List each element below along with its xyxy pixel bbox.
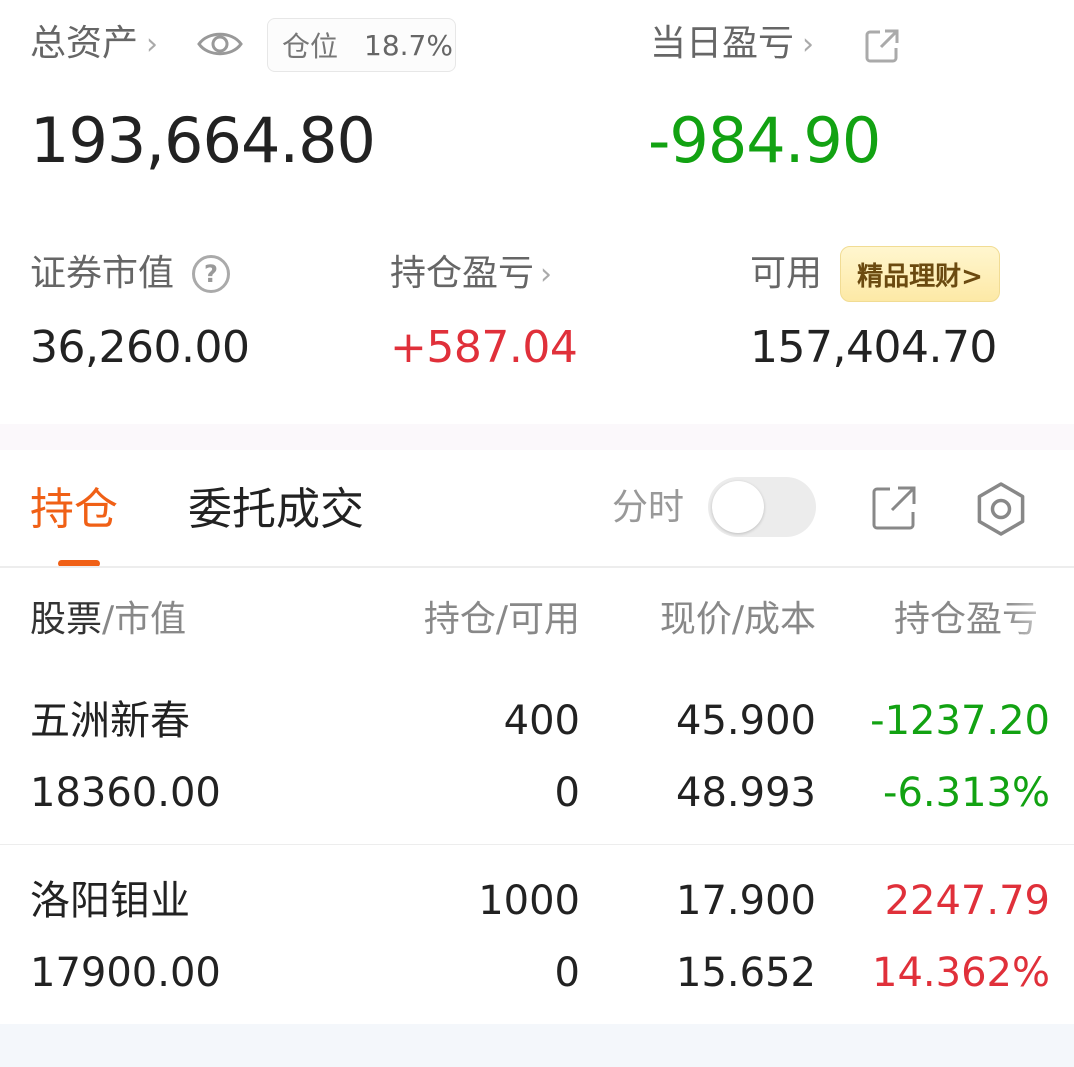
toggle-knob — [712, 481, 764, 533]
share-icon[interactable] — [864, 28, 900, 64]
holding-qty: 1000 — [478, 878, 580, 924]
header-fade — [1004, 590, 1074, 650]
available-value: 157,404.70 — [750, 322, 997, 373]
portfolio-screen: 总资产 › 仓位 18.7% 193,664.80 当日盈亏 › -984.90… — [0, 0, 1074, 1067]
bottom-band — [0, 1024, 1074, 1067]
available-label: 可用 — [750, 253, 823, 294]
market-value-label: 证券市值 — [30, 253, 175, 294]
stock-market-value: 18360.00 — [30, 770, 221, 816]
table-row[interactable]: 五洲新春 18360.00 400 0 45.900 48.993 -1237.… — [0, 668, 1074, 844]
holding-pl-pct: -6.313% — [883, 770, 1050, 816]
market-value-header: 证券市值 ? — [30, 252, 231, 296]
holding-pl-value: +587.04 — [390, 322, 578, 373]
section-separator — [0, 424, 1074, 450]
chevron-right-icon: › — [540, 256, 553, 292]
divider — [0, 566, 1074, 568]
stock-name: 洛阳钼业 — [30, 878, 190, 924]
current-price: 17.900 — [676, 878, 816, 924]
stock-market-value: 17900.00 — [30, 950, 221, 996]
tab-holdings[interactable]: 持仓 — [30, 482, 118, 538]
export-icon[interactable] — [870, 484, 918, 532]
total-assets-label: 总资产 — [30, 23, 139, 64]
available-qty: 0 — [554, 770, 580, 816]
help-icon[interactable]: ? — [192, 255, 231, 293]
available-qty: 0 — [554, 950, 580, 996]
timeshare-label: 分时 — [612, 487, 685, 528]
total-assets-header[interactable]: 总资产 › — [30, 22, 158, 66]
header-price: 现价/成本 — [659, 599, 816, 640]
header-market-value: /市值 — [102, 599, 187, 640]
header-holding: 持仓/可用 — [423, 599, 580, 640]
market-value-value: 36,260.00 — [30, 322, 250, 373]
holding-pl-pct: 14.362% — [872, 950, 1050, 996]
daily-pl-header[interactable]: 当日盈亏 › — [650, 22, 814, 66]
total-assets-value: 193,664.80 — [30, 104, 376, 177]
position-value: 18.7% — [364, 28, 453, 62]
holding-pl: -1237.20 — [870, 698, 1050, 744]
cost-price: 15.652 — [676, 950, 816, 996]
header-stock-market-value: 股票/市值 — [30, 598, 186, 642]
holding-qty: 400 — [503, 698, 580, 744]
finance-badge[interactable]: 精品理财> — [840, 246, 1000, 302]
chevron-right-icon: › — [146, 26, 159, 62]
header-stock: 股票 — [30, 599, 103, 640]
position-badge: 仓位 18.7% — [267, 18, 456, 72]
gear-icon[interactable] — [972, 480, 1030, 538]
daily-pl-value: -984.90 — [648, 104, 881, 177]
stock-name: 五洲新春 — [30, 698, 190, 744]
holding-pl-label: 持仓盈亏 — [390, 253, 535, 294]
eye-icon[interactable] — [196, 28, 244, 60]
tab-orders[interactable]: 委托成交 — [188, 482, 364, 538]
table-row[interactable]: 洛阳钼业 17900.00 1000 0 17.900 15.652 2247.… — [0, 848, 1074, 1024]
daily-pl-label: 当日盈亏 — [650, 23, 795, 64]
position-label: 仓位 — [282, 30, 339, 63]
current-price: 45.900 — [676, 698, 816, 744]
row-divider — [0, 844, 1074, 845]
timeshare-toggle[interactable] — [708, 477, 816, 537]
holding-pl: 2247.79 — [884, 878, 1050, 924]
holding-pl-header[interactable]: 持仓盈亏 › — [390, 252, 552, 296]
cost-price: 48.993 — [676, 770, 816, 816]
chevron-right-icon: › — [802, 26, 815, 62]
